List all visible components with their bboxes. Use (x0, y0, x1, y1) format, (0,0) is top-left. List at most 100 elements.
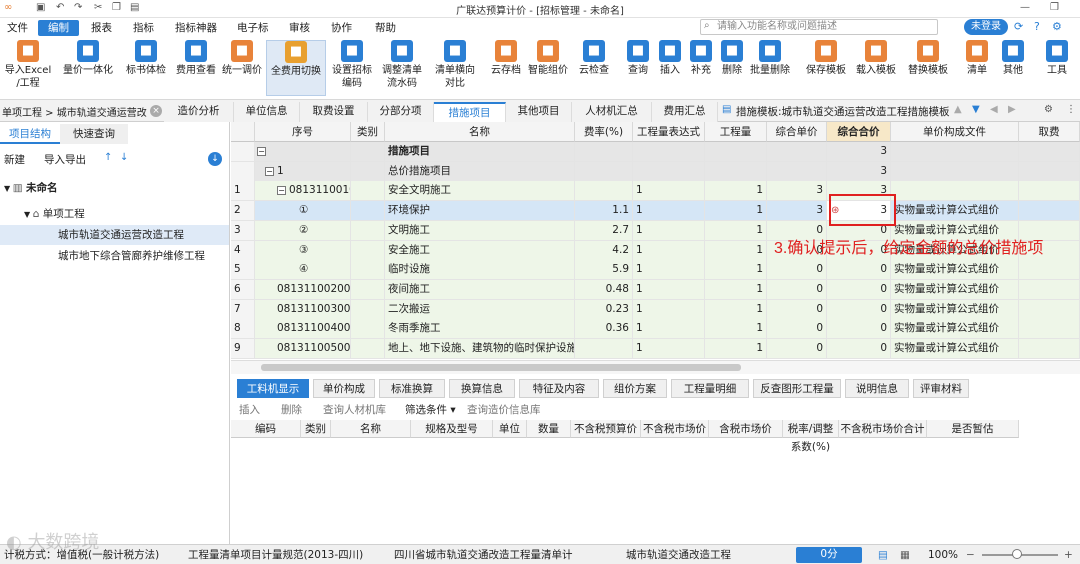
grid-header-name[interactable]: 名称 (385, 122, 575, 142)
bottom-tab-5[interactable]: 组价方案 (603, 379, 667, 398)
table-cell[interactable] (891, 181, 1019, 201)
help-icon[interactable]: ? (1034, 20, 1040, 33)
detail-column-header[interactable]: 名称 (331, 420, 411, 438)
more-icon[interactable]: ⋮ (1066, 104, 1076, 115)
grid-header-expr[interactable]: 工程量表达式 (633, 122, 705, 142)
bottom-toolbar-item[interactable]: 查询人材机库 (323, 402, 386, 417)
table-cell[interactable] (1019, 339, 1080, 358)
table-cell[interactable] (1019, 279, 1080, 299)
table-cell[interactable]: 081311002001 (255, 279, 351, 299)
grid-header-unit-price[interactable]: 综合单价 (767, 122, 827, 142)
table-cell[interactable] (1019, 161, 1080, 181)
tab-unit-info[interactable]: 单位信息 (234, 102, 300, 122)
tab-measures[interactable]: 措施项目 (434, 102, 506, 122)
table-row[interactable]: 6 081311002001 夜间施工 0.48 1 1 0 0 实物量或计算公式组价 (231, 279, 1080, 300)
table-cell[interactable] (351, 339, 385, 358)
table-cell[interactable]: 二次搬运 (385, 299, 575, 319)
table-cell[interactable]: 环境保护 (385, 201, 575, 221)
ribbon-button-4[interactable]: ■ 统一调价 (220, 40, 264, 77)
ribbon-button-21[interactable]: ■ 其他 (998, 40, 1028, 77)
table-cell[interactable]: 临时设施 (385, 260, 575, 280)
detail-column-header[interactable]: 税率/调整系数(%) (783, 420, 839, 453)
table-cell[interactable]: − (255, 142, 351, 161)
ribbon-button-20[interactable]: ■ 清单 (962, 40, 992, 77)
table-cell[interactable]: −081311001001 (255, 181, 351, 201)
tab-sub-items[interactable]: 分部分项 (368, 102, 434, 122)
tree-item-utility-tunnel[interactable]: 城市地下综合管廊养护维修工程 (58, 246, 205, 266)
table-cell[interactable]: ③ (255, 240, 351, 260)
table-cell[interactable] (767, 142, 827, 161)
table-cell[interactable]: 1 (633, 279, 705, 299)
table-row[interactable]: −1 总价措施项目 3 (231, 161, 1080, 182)
collapse-icon[interactable]: − (265, 166, 274, 176)
tree-root[interactable]: ▼ ▥ 未命名 (4, 178, 57, 198)
table-cell[interactable]: ① (255, 201, 351, 221)
ribbon-button-13[interactable]: ■ 插入 (656, 40, 684, 77)
table-cell[interactable]: 081311005001 (255, 339, 351, 358)
table-cell[interactable]: 3 (827, 142, 891, 161)
ribbon-button-15[interactable]: ■ 删除 (718, 40, 746, 77)
grid-header-seq[interactable]: 序号 (255, 122, 351, 142)
table-cell[interactable]: 0 (827, 260, 891, 280)
table-cell[interactable] (351, 181, 385, 201)
grid-header-total[interactable]: 综合合价 (827, 122, 891, 142)
tab-project-structure[interactable]: 项目结构 (0, 124, 60, 144)
move-down-icon[interactable]: ▼ (972, 104, 980, 115)
login-button[interactable]: 未登录 (964, 19, 1008, 35)
tab-fee-summary[interactable]: 费用汇总 (652, 102, 718, 122)
table-cell[interactable]: 1 (633, 339, 705, 358)
table-cell[interactable]: 3 (827, 161, 891, 181)
menu-collab[interactable]: 协作 (326, 20, 357, 36)
settings-icon[interactable]: ⚙ (1052, 20, 1062, 33)
table-cell[interactable] (705, 161, 767, 181)
table-cell[interactable] (351, 201, 385, 221)
table-cell[interactable]: 1 (633, 299, 705, 319)
table-cell[interactable]: 1 (633, 181, 705, 201)
table-row[interactable]: 8 081311004001 冬雨季施工 0.36 1 1 0 0 实物量或计算公式组价 (231, 319, 1080, 340)
grid-header-blank[interactable] (231, 122, 255, 142)
table-cell[interactable]: 0 (767, 299, 827, 319)
menu-report[interactable]: 报表 (86, 20, 117, 36)
table-cell[interactable]: 1.1 (575, 201, 633, 221)
table-cell[interactable] (351, 279, 385, 299)
table-cell[interactable] (351, 220, 385, 240)
tab-fee-setting[interactable]: 取费设置 (300, 102, 368, 122)
table-cell[interactable] (351, 240, 385, 260)
tab-other-items[interactable]: 其他项目 (506, 102, 572, 122)
ribbon-button-22[interactable]: ■ 工具 (1040, 40, 1074, 77)
table-row[interactable]: 2 ① 环境保护 1.1 1 1 3 ⊛ 3 实物量或计算公式组价 (231, 201, 1080, 222)
table-cell[interactable]: 实物量或计算公式组价 (891, 201, 1019, 221)
table-cell[interactable]: ④ (255, 260, 351, 280)
bottom-tab-8[interactable]: 说明信息 (845, 379, 909, 398)
ribbon-button-11[interactable]: ■ 云检查 (574, 40, 614, 77)
table-cell[interactable] (633, 142, 705, 161)
score-badge[interactable]: 0分 (796, 547, 862, 563)
table-cell[interactable] (351, 299, 385, 319)
move-right-icon[interactable]: ▶ (1008, 104, 1016, 115)
close-tab-icon[interactable]: × (150, 105, 162, 117)
grid-header-rate[interactable]: 费率(%) (575, 122, 633, 142)
table-cell[interactable]: 实物量或计算公式组价 (891, 319, 1019, 339)
table-cell[interactable]: 0 (767, 319, 827, 339)
menu-help[interactable]: 帮助 (370, 20, 401, 36)
move-up-icon[interactable]: ▲ (954, 104, 962, 115)
table-cell[interactable]: 1 (705, 201, 767, 221)
table-cell[interactable]: 实物量或计算公式组价 (891, 260, 1019, 280)
table-cell[interactable]: −1 (255, 161, 351, 181)
table-cell[interactable] (1019, 260, 1080, 280)
table-cell[interactable]: 4.2 (575, 240, 633, 260)
tab-quick-query[interactable]: 快速查询 (60, 124, 128, 144)
ribbon-button-17[interactable]: ■ 保存模板 (804, 40, 848, 77)
bottom-tab-1[interactable]: 单价构成 (313, 379, 375, 398)
ribbon-button-2[interactable]: ■ 标书体检 (124, 40, 168, 77)
detail-column-header[interactable]: 类别 (301, 420, 331, 438)
options-icon[interactable]: ⚙ (1044, 104, 1053, 115)
table-cell[interactable] (1019, 319, 1080, 339)
bottom-toolbar-item[interactable]: 查询造价信息库 (467, 402, 541, 417)
detail-column-header[interactable]: 不含税市场价合计 (839, 420, 927, 438)
table-cell[interactable]: 081311003001 (255, 299, 351, 319)
table-row[interactable]: − 措施项目 3 (231, 142, 1080, 162)
tab-cost-analysis[interactable]: 造价分析 (164, 102, 234, 122)
table-cell[interactable] (351, 260, 385, 280)
table-cell[interactable] (891, 161, 1019, 181)
